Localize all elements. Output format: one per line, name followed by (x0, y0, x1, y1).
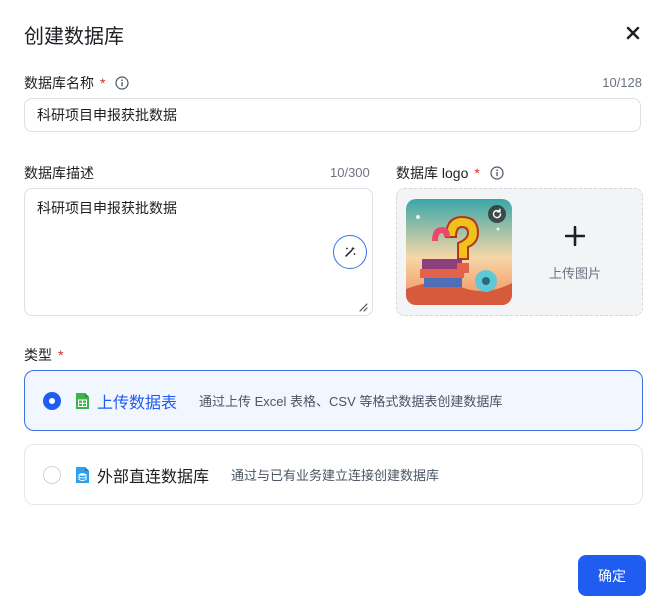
name-input[interactable]: 科研项目申报获批数据 (24, 98, 641, 132)
desc-field-label: 数据库描述 (24, 163, 94, 183)
ai-generate-button[interactable] (333, 235, 367, 269)
magic-wand-icon (345, 246, 356, 257)
radio-checked[interactable] (43, 391, 61, 410)
info-icon[interactable] (490, 166, 504, 180)
required-mark: * (474, 165, 480, 181)
type-option-external-database[interactable]: 外部直连数据库 通过与已有业务建立连接创建数据库 (24, 444, 643, 505)
refresh-icon[interactable] (488, 205, 506, 223)
type-option-upload-table[interactable]: 上传数据表 通过上传 Excel 表格、CSV 等格式数据表创建数据库 (24, 370, 643, 431)
confirm-button[interactable]: 确定 (578, 555, 646, 596)
name-label-text: 数据库名称 (24, 75, 94, 91)
logo-field-label: 数据库 logo * (396, 163, 504, 183)
option-description: 通过上传 Excel 表格、CSV 等格式数据表创建数据库 (199, 394, 503, 409)
plus-icon[interactable] (563, 224, 587, 248)
database-file-icon (76, 466, 89, 483)
desc-counter: 10/300 (330, 165, 370, 180)
desc-label-text: 数据库描述 (24, 165, 94, 181)
required-mark: * (100, 75, 106, 91)
required-mark: * (58, 347, 64, 363)
resize-handle-icon[interactable] (358, 302, 368, 312)
option-title: 上传数据表 (97, 394, 178, 412)
logo-label-text: 数据库 logo (396, 165, 469, 181)
spreadsheet-icon (76, 392, 89, 409)
type-field-label: 类型 * (24, 345, 63, 365)
radio-unchecked[interactable] (43, 465, 61, 484)
name-counter: 10/128 (602, 75, 642, 90)
upload-image-label[interactable]: 上传图片 (549, 263, 601, 282)
dialog-title: 创建数据库 (24, 26, 124, 48)
close-icon[interactable] (624, 24, 642, 42)
name-field-label: 数据库名称 * (24, 73, 130, 93)
type-label-text: 类型 (24, 347, 52, 363)
description-textarea[interactable]: 科研项目申报获批数据 (24, 188, 373, 316)
info-icon[interactable] (115, 76, 130, 90)
option-title: 外部直连数据库 (97, 468, 210, 486)
option-description: 通过与已有业务建立连接创建数据库 (231, 468, 440, 483)
